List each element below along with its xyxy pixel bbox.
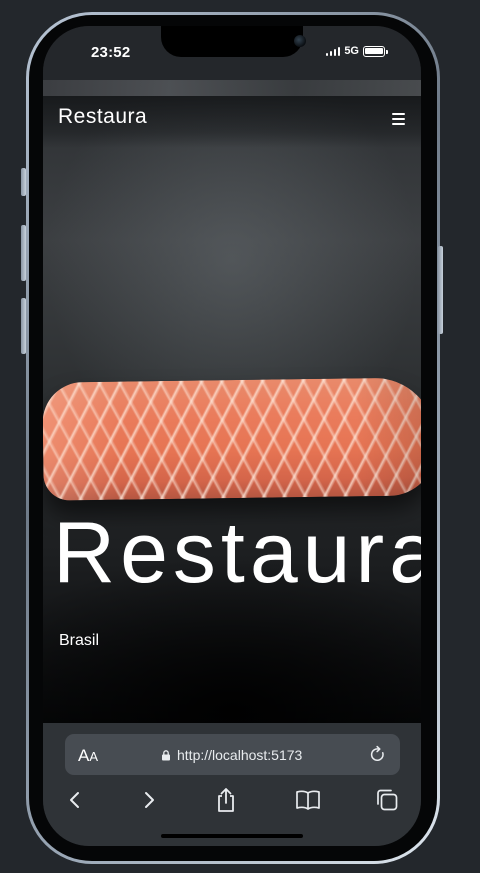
status-bar: 23:52 5G [43,26,421,80]
address-bar[interactable]: AA http://localhost:5173 [65,734,400,775]
chevron-left-icon [70,792,79,808]
site-logo[interactable]: Restaura [58,105,147,129]
status-time: 23:52 [91,44,131,61]
hero-top-texture [43,80,421,96]
dynamic-notch [161,26,306,57]
hero-section: Restaura Restaura Brasil [43,80,421,723]
mute-switch [21,168,26,196]
tabs-icon [377,789,398,811]
browser-toolbar [43,786,421,818]
volume-up-button [21,225,26,281]
reload-icon[interactable] [368,745,387,764]
safari-bottom-bar: AA http://localhost:5173 [43,723,421,846]
hero-subtitle: Brasil [59,632,100,649]
signal-icon [325,46,341,56]
text-size-large: A [78,746,90,765]
phone-screen: 23:52 5G Restaura Restaura Brasil AA htt… [43,26,421,846]
home-indicator[interactable] [161,834,303,838]
volume-down-button [21,298,26,354]
hero-title: Restaura [53,505,421,601]
share-icon [218,788,234,812]
status-indicators: 5G [325,45,388,57]
text-size-button[interactable]: AA [78,746,98,766]
back-button[interactable] [61,786,89,814]
salmon-shading [43,377,421,501]
front-camera [294,35,306,47]
book-icon [296,790,320,810]
chevron-right-icon [145,792,154,808]
lock-icon [162,750,170,761]
text-size-small: A [89,749,99,764]
network-label: 5G [344,45,359,57]
share-button[interactable] [212,786,240,814]
hamburger-menu-icon[interactable] [392,113,405,125]
battery-fill [365,47,383,55]
battery-icon [363,45,388,57]
url-text[interactable]: http://localhost:5173 [177,747,302,763]
tabs-button[interactable] [373,786,401,814]
power-button [438,246,443,334]
bookmarks-button[interactable] [294,786,322,814]
forward-button[interactable] [135,786,163,814]
